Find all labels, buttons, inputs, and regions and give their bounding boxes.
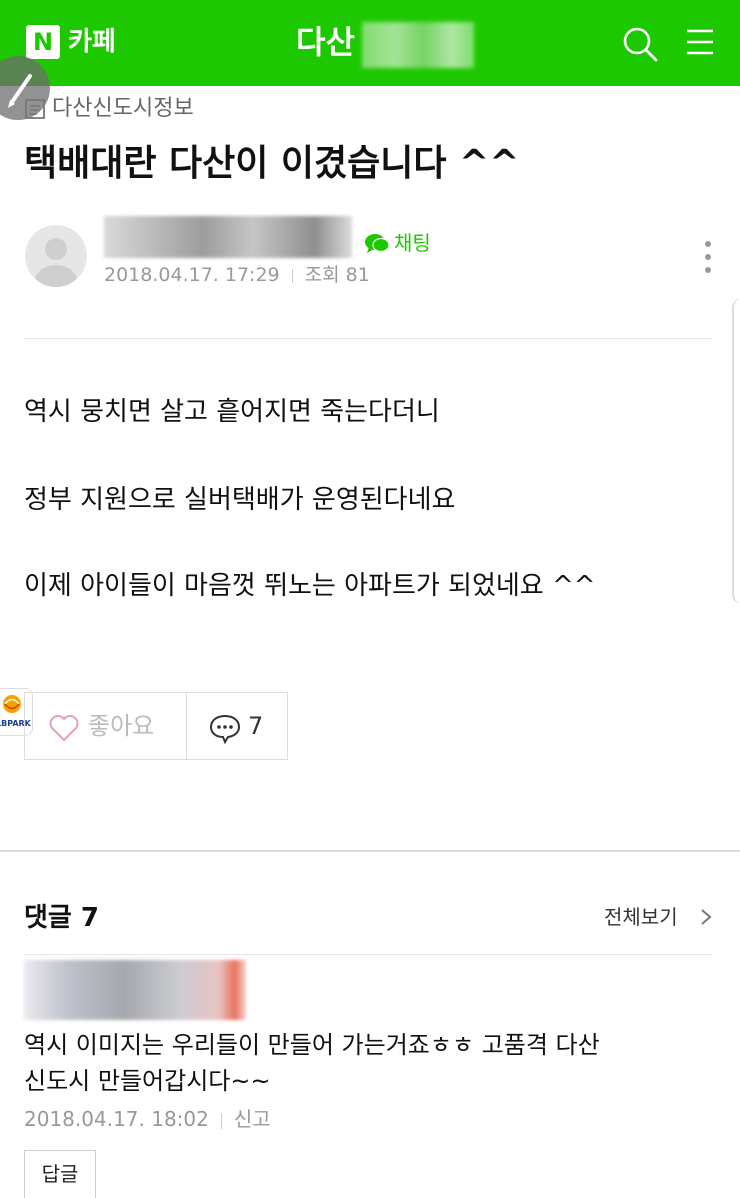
hamburger-menu-icon[interactable] xyxy=(684,26,716,58)
heart-icon xyxy=(49,715,79,742)
post-body-line: 이제 아이들이 마음껏 뛰노는 아파트가 되었네요 ^^ xyxy=(24,571,596,601)
comment-text-line: 역시 이미지는 우리들이 만들어 가는거죠ㅎㅎ 고품격 다산 xyxy=(24,1031,600,1059)
meta-divider xyxy=(291,268,293,283)
blurred-author-name[interactable] xyxy=(104,216,352,258)
cafe-name[interactable]: 다산 xyxy=(296,20,355,64)
naver-logo[interactable]: N xyxy=(26,25,60,59)
post-date: 2018.04.17. 17:29 xyxy=(104,264,280,286)
post-body-line: 역시 뭉치면 살고 흩어지면 죽는다더니 xyxy=(24,397,440,427)
view-count: 조회 81 xyxy=(304,264,370,286)
comment-meta: 2018.04.17. 18:02 신고 xyxy=(24,1104,271,1134)
comment-count: 7 xyxy=(248,712,264,740)
post-meta: 2018.04.17. 17:29 조회 81 xyxy=(104,262,370,288)
board-name-link[interactable]: 다산신도시정보 xyxy=(52,93,194,125)
like-label: 좋아요 xyxy=(88,712,155,740)
blurred-commenter-profile[interactable] xyxy=(24,960,246,1020)
divider xyxy=(24,338,712,339)
blurred-cafe-name xyxy=(362,22,474,68)
chat-label: 채팅 xyxy=(394,231,431,255)
avatar[interactable] xyxy=(25,225,87,287)
comment-text-line: 신도시 만들어갑시다~~ xyxy=(24,1067,271,1095)
reply-button[interactable]: 답글 xyxy=(24,1150,96,1198)
cafe-brand-link[interactable]: 카페 xyxy=(68,24,116,60)
view-all-link[interactable]: 전체보기 xyxy=(604,902,678,932)
section-divider xyxy=(0,850,740,852)
chat-bubble-icon xyxy=(365,234,390,253)
divider xyxy=(24,954,712,955)
list-icon xyxy=(25,99,45,119)
top-bar: N 카페 다산 xyxy=(0,0,740,86)
comment-date: 2018.04.17. 18:02 xyxy=(24,1107,209,1131)
reaction-divider xyxy=(186,692,187,760)
comment-icon xyxy=(209,714,241,744)
report-link[interactable]: 신고 xyxy=(234,1107,271,1131)
search-icon[interactable] xyxy=(620,24,660,64)
chevron-right-icon[interactable] xyxy=(700,908,712,926)
meta-divider xyxy=(220,1112,222,1129)
scroll-edge xyxy=(732,298,740,604)
post-body-line: 정부 지원으로 실버택배가 운영된다네요 xyxy=(24,485,456,515)
default-profile-icon xyxy=(35,238,77,287)
comments-title: 댓글 7 xyxy=(24,903,99,933)
post-title: 택배대란 다산이 이겼습니다 ^^ xyxy=(24,143,520,184)
more-vertical-icon[interactable] xyxy=(700,238,716,278)
